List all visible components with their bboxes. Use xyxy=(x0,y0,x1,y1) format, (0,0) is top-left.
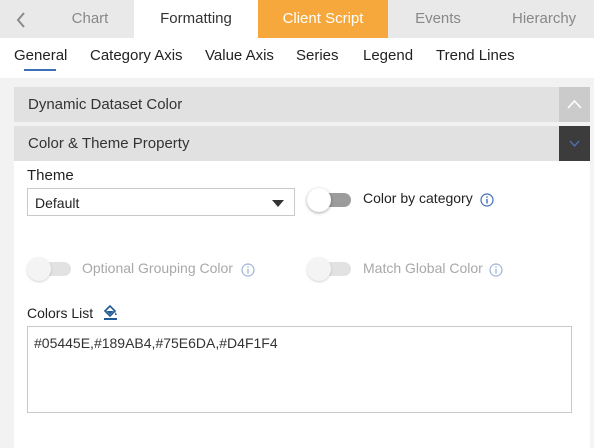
chevron-down-icon xyxy=(569,140,580,148)
active-subtab-underline xyxy=(24,69,56,71)
theme-select[interactable]: Default xyxy=(27,188,295,216)
colors-list-textarea[interactable]: #05445E,#189AB4,#75E6DA,#D4F1F4 xyxy=(27,326,572,413)
expand-button[interactable] xyxy=(559,126,590,161)
tab-hierarchy[interactable]: Hierarchy xyxy=(488,0,594,38)
optional-grouping-color-toggle[interactable] xyxy=(27,257,73,281)
chevron-up-icon xyxy=(567,99,582,109)
subtab-general[interactable]: General xyxy=(14,47,67,64)
paint-bucket-icon[interactable] xyxy=(102,303,119,320)
section-dynamic-dataset-color[interactable]: Dynamic Dataset Color xyxy=(14,87,590,122)
colors-list-value: #05445E,#189AB4,#75E6DA,#D4F1F4 xyxy=(34,335,278,351)
top-tab-bar: Chart Formatting Client Script Events Hi… xyxy=(0,0,594,38)
toggle-knob xyxy=(307,188,331,212)
subtab-trend-lines[interactable]: Trend Lines xyxy=(436,47,515,64)
toggle-knob xyxy=(307,257,331,281)
chevron-left-icon xyxy=(16,12,25,28)
subtab-legend[interactable]: Legend xyxy=(363,47,413,64)
match-global-color-toggle[interactable] xyxy=(307,257,353,281)
subtab-category-axis[interactable]: Category Axis xyxy=(90,47,183,64)
info-icon[interactable] xyxy=(489,263,503,277)
info-icon[interactable] xyxy=(480,193,494,207)
scrollbar[interactable] xyxy=(590,86,594,448)
colors-list-label: Colors List xyxy=(27,305,94,321)
theme-select-value: Default xyxy=(35,195,80,211)
section-title: Dynamic Dataset Color xyxy=(28,96,183,113)
match-global-color-label: Match Global Color xyxy=(363,260,483,276)
section-title: Color & Theme Property xyxy=(28,135,190,152)
collapse-button[interactable] xyxy=(559,87,590,122)
sub-tab-bar: General Category Axis Value Axis Series … xyxy=(0,38,594,78)
back-button[interactable] xyxy=(0,0,46,38)
subtab-series[interactable]: Series xyxy=(296,47,339,64)
tab-chart[interactable]: Chart xyxy=(46,0,134,38)
tab-client-script[interactable]: Client Script xyxy=(258,0,388,38)
color-by-category-label: Color by category xyxy=(363,190,473,206)
subtab-value-axis[interactable]: Value Axis xyxy=(205,47,274,64)
caret-down-icon xyxy=(272,200,284,207)
info-icon[interactable] xyxy=(241,263,255,277)
theme-label: Theme xyxy=(27,167,74,184)
color-by-category-toggle[interactable] xyxy=(307,188,353,212)
optional-grouping-color-label: Optional Grouping Color xyxy=(82,260,233,276)
toggle-knob xyxy=(27,257,51,281)
section-color-theme-property[interactable]: Color & Theme Property xyxy=(14,126,590,161)
tab-formatting[interactable]: Formatting xyxy=(134,0,258,38)
tab-events[interactable]: Events xyxy=(388,0,488,38)
